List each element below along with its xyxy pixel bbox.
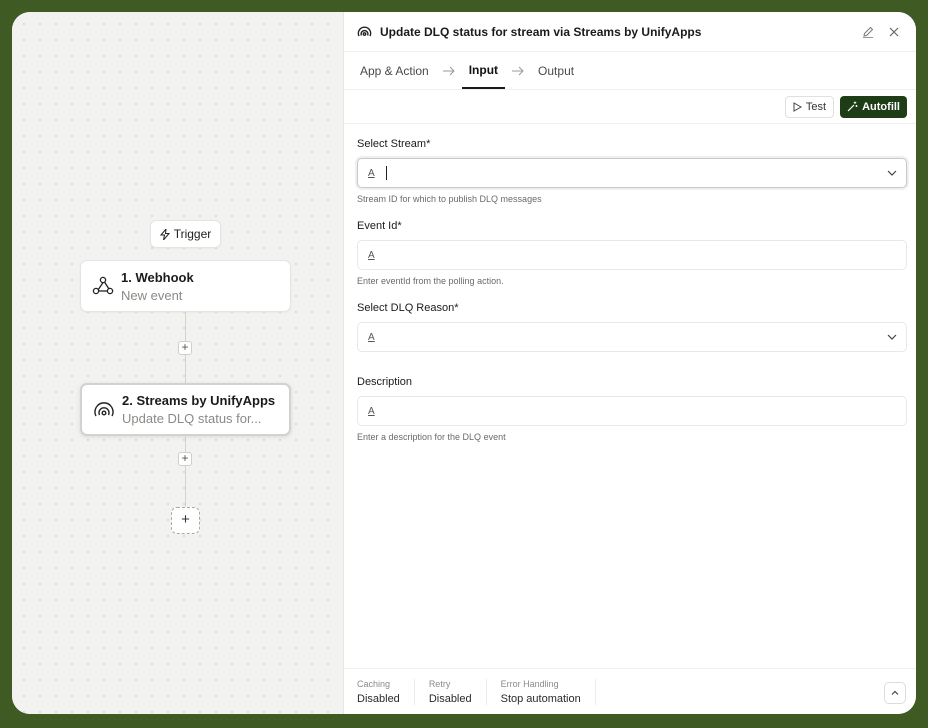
tab-input[interactable]: Input bbox=[461, 52, 506, 89]
footer-value: Disabled bbox=[428, 692, 472, 705]
field-description: Description A Enter a description for th… bbox=[357, 376, 907, 442]
field-label: Event Id* bbox=[357, 220, 402, 232]
chevron-down-icon bbox=[887, 170, 897, 176]
trigger-pill[interactable]: Trigger bbox=[150, 220, 221, 248]
text-type-icon: A bbox=[368, 167, 375, 179]
footer-key: Error Handling bbox=[500, 678, 559, 689]
text-type-icon: A bbox=[368, 249, 375, 261]
pencil-icon bbox=[863, 26, 874, 38]
field-hint: Enter eventId from the polling action. bbox=[357, 276, 504, 286]
footer-retry[interactable]: Retry Disabled bbox=[428, 678, 487, 705]
field-select-stream: Select Stream* A Stream ID for which to … bbox=[357, 138, 907, 204]
step-tabs: App & Action Input Output bbox=[344, 52, 916, 90]
add-step-button[interactable]: + bbox=[178, 452, 192, 466]
add-step-button[interactable]: + bbox=[178, 341, 192, 355]
description-input[interactable]: A bbox=[357, 396, 907, 426]
field-hint: Enter a description for the DLQ event bbox=[357, 432, 506, 442]
chevron-down-icon bbox=[887, 334, 897, 340]
streams-icon bbox=[357, 26, 372, 36]
panel-toolbar: Test Autofill bbox=[344, 90, 916, 124]
autofill-button[interactable]: Autofill bbox=[840, 95, 907, 118]
footer-key: Caching bbox=[357, 678, 391, 689]
close-button[interactable] bbox=[884, 22, 904, 42]
event-id-input[interactable]: A bbox=[357, 240, 907, 270]
trigger-label: Trigger bbox=[173, 227, 212, 241]
text-cursor bbox=[386, 166, 387, 180]
tab-app-action[interactable]: App & Action bbox=[360, 52, 436, 89]
text-type-icon: A bbox=[368, 331, 375, 343]
node-subtitle: New event bbox=[121, 287, 183, 303]
field-label: Select Stream* bbox=[357, 138, 431, 150]
edit-button[interactable] bbox=[858, 22, 878, 42]
field-event-id: Event Id* A Enter eventId from the polli… bbox=[357, 220, 907, 286]
tab-arrow bbox=[505, 52, 531, 89]
play-icon bbox=[793, 101, 802, 112]
workflow-node-webhook[interactable]: 1. Webhook New event bbox=[80, 260, 291, 312]
tab-arrow bbox=[436, 52, 462, 89]
workflow-canvas[interactable]: Trigger 1. Webhook New event + 2. Stream… bbox=[12, 12, 343, 714]
panel-header: Update DLQ status for stream via Streams… bbox=[344, 12, 916, 52]
autofill-label: Autofill bbox=[862, 100, 900, 113]
streams-icon bbox=[94, 401, 114, 416]
node-title: 1. Webhook bbox=[121, 269, 194, 285]
field-dlq-reason: Select DLQ Reason* A bbox=[357, 302, 907, 352]
arrow-right-icon bbox=[512, 66, 524, 75]
close-icon bbox=[889, 27, 899, 36]
field-label: Select DLQ Reason* bbox=[357, 302, 459, 314]
arrow-right-icon bbox=[442, 66, 455, 75]
node-title: 2. Streams by UnifyApps bbox=[122, 393, 276, 408]
node-subtitle: Update DLQ status for... bbox=[122, 411, 262, 426]
dlq-reason-dropdown[interactable]: A bbox=[357, 322, 907, 352]
workflow-node-streams[interactable]: 2. Streams by UnifyApps Update DLQ statu… bbox=[80, 383, 291, 436]
app-frame: Trigger 1. Webhook New event + 2. Stream… bbox=[12, 12, 916, 714]
select-stream-dropdown[interactable]: A bbox=[357, 158, 907, 188]
step-config-panel: Update DLQ status for stream via Streams… bbox=[343, 12, 916, 714]
add-node-button[interactable]: + bbox=[171, 507, 200, 534]
field-label: Description bbox=[357, 376, 413, 388]
connector-line bbox=[185, 436, 186, 508]
field-hint: Stream ID for which to publish DLQ messa… bbox=[357, 194, 542, 204]
text-type-icon: A bbox=[368, 405, 375, 417]
test-button[interactable]: Test bbox=[784, 95, 835, 118]
panel-footer: Caching Disabled Retry Disabled Error Ha… bbox=[344, 668, 916, 714]
expand-footer-button[interactable] bbox=[884, 682, 906, 704]
footer-caching[interactable]: Caching Disabled bbox=[357, 678, 415, 705]
tab-output[interactable]: Output bbox=[531, 52, 581, 89]
footer-value: Disabled bbox=[357, 692, 400, 705]
webhook-icon bbox=[92, 276, 114, 295]
test-label: Test bbox=[805, 100, 827, 113]
magic-wand-icon bbox=[847, 101, 858, 112]
input-form: Select Stream* A Stream ID for which to … bbox=[344, 124, 916, 442]
footer-key: Retry bbox=[428, 678, 451, 689]
lightning-icon bbox=[159, 228, 170, 240]
chevron-up-icon bbox=[891, 690, 899, 695]
footer-value: Stop automation bbox=[500, 692, 581, 705]
panel-title: Update DLQ status for stream via Streams… bbox=[380, 24, 702, 39]
footer-error-handling[interactable]: Error Handling Stop automation bbox=[500, 678, 596, 705]
